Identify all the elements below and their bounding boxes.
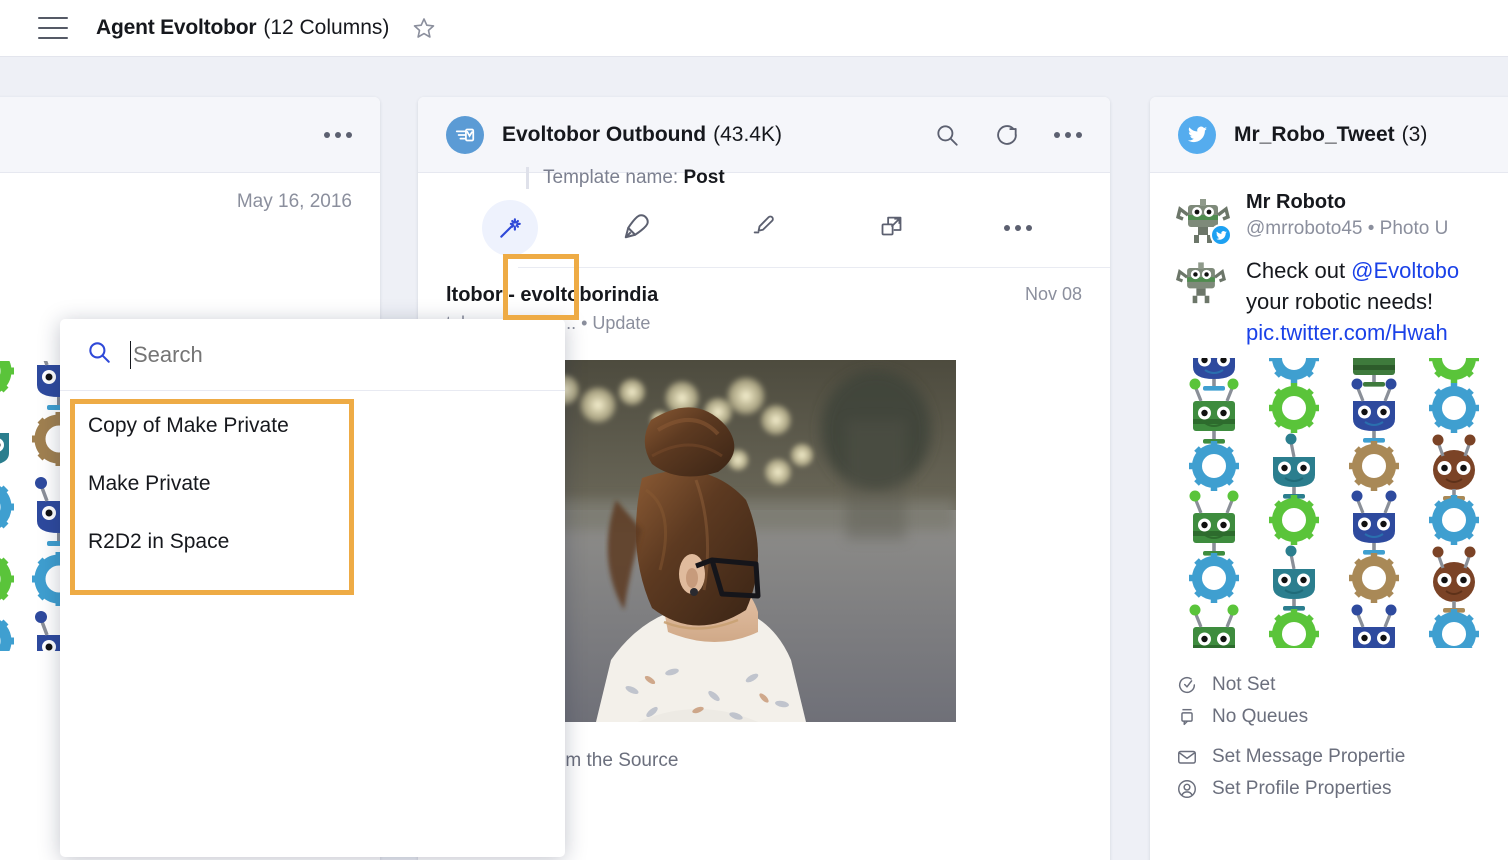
post-title: ltobor - evoltoborindia <box>446 284 659 306</box>
tweet-body-line-2: your robotic needs! <box>1246 289 1434 314</box>
twitter-verified-icon <box>1210 224 1232 246</box>
column-item-count: (3) <box>1401 122 1428 146</box>
post-date: Nov 08 <box>1024 284 1082 304</box>
pencil-icon[interactable] <box>750 212 778 245</box>
post-text-line-1: obor! <box>0 257 352 287</box>
text-cursor <box>130 340 131 369</box>
star-icon[interactable] <box>412 16 436 40</box>
app-root: Agent Evoltobor (12 Columns) May 16, 201… <box>0 0 1508 860</box>
column-item-count: (43.4K) <box>713 122 782 146</box>
tweet-pic-link[interactable]: pic.twitter.com/Hwah <box>1246 317 1459 348</box>
post-text-line-2: s! <box>0 287 352 317</box>
set-message-properties-label: Set Message Propertie <box>1212 746 1406 767</box>
top-bar: Agent Evoltobor (12 Columns) <box>0 0 1508 57</box>
column-mr-robo-tweet: Mr_Robo_Tweet (3) Mr Roboto @mrroboto45 … <box>1150 97 1508 860</box>
tweet-body-line-1: Check out @Evoltobo <box>1246 255 1459 286</box>
robot-avatar-icon <box>1175 255 1230 304</box>
more-horizontal-icon[interactable] <box>1054 131 1082 138</box>
tweet-meta-schedule: Not Set <box>1150 664 1508 696</box>
column-left-header <box>0 97 380 173</box>
tweet-body-row: Check out @Evoltobo your robotic needs! … <box>1150 245 1508 348</box>
tweet-meta-schedule-label: Not Set <box>1212 674 1276 695</box>
outbound-feed-icon <box>446 115 484 154</box>
clock-check-icon <box>1178 676 1196 694</box>
search-icon <box>86 339 112 370</box>
hamburger-icon[interactable] <box>38 17 68 39</box>
template-item-copy-of-make-private[interactable]: Copy of Make Private <box>60 397 565 455</box>
template-picker-popover: Copy of Make Private Make Private R2D2 i… <box>60 319 565 857</box>
template-item-r2d2-in-space[interactable]: R2D2 in Space <box>60 513 565 571</box>
magic-wand-icon[interactable] <box>481 200 538 256</box>
board-column-count: (12 Columns) <box>263 16 390 39</box>
post-subtitle: o Update <box>0 219 380 241</box>
robot-avatar-icon <box>1175 191 1232 246</box>
post-date: May 16, 2016 <box>236 191 352 212</box>
set-message-properties-row[interactable]: Set Message Propertie <box>1150 736 1508 768</box>
page-title: Agent Evoltobor <box>96 16 257 39</box>
queue-icon <box>1181 708 1193 726</box>
template-item-make-private[interactable]: Make Private <box>60 455 565 513</box>
template-name-value: Post <box>683 167 725 188</box>
tweet-author-name: Mr Roboto <box>1246 191 1346 213</box>
tweet-meta-queues: No Queues <box>1150 696 1508 728</box>
tweet-author-handle: @mrroboto45 • Photo U <box>1246 218 1449 239</box>
twitter-bird-icon <box>1178 115 1216 154</box>
template-name-row: Template name: Post <box>526 167 1110 189</box>
robots-and-gears-pattern-image[interactable] <box>1176 358 1508 648</box>
board-canvas: May 16, 2016 o Update obor! s! vahqg <box>0 57 1508 860</box>
set-profile-properties-label: Set Profile Properties <box>1212 778 1392 799</box>
column-right-header: Mr_Robo_Tweet (3) <box>1150 97 1508 173</box>
envelope-icon <box>1178 750 1196 764</box>
template-name-label: Template name: <box>543 167 679 188</box>
tweet-meta-queues-label: No Queues <box>1212 706 1309 727</box>
column-title: Evoltobor Outbound <box>502 122 707 146</box>
person-circle-icon <box>1178 780 1196 798</box>
popover-search-row[interactable] <box>60 319 565 391</box>
tweet-author-row: Mr Roboto @mrroboto45 • Photo U <box>1150 173 1508 246</box>
column-title: Mr_Robo_Tweet <box>1234 122 1395 146</box>
duplicate-icon[interactable] <box>878 212 905 244</box>
more-horizontal-icon[interactable] <box>324 131 352 138</box>
template-list: Copy of Make Private Make Private R2D2 i… <box>60 391 565 571</box>
template-item-label: Copy of Make Private <box>88 414 289 437</box>
search-input[interactable] <box>133 341 513 368</box>
set-profile-properties-row[interactable]: Set Profile Properties <box>1150 768 1508 800</box>
tweet-body-text: Check out <box>1246 258 1352 283</box>
template-item-label: Make Private <box>88 472 211 495</box>
column-middle-header: Evoltobor Outbound (43.4K) <box>418 97 1110 173</box>
more-horizontal-icon[interactable] <box>1004 225 1033 231</box>
template-item-label: R2D2 in Space <box>88 530 230 553</box>
column-right-card: Mr Roboto @mrroboto45 • Photo U Check ou… <box>1150 173 1508 800</box>
rocket-icon[interactable] <box>622 211 652 246</box>
refresh-icon[interactable] <box>994 122 1020 148</box>
search-icon[interactable] <box>934 122 960 148</box>
post-action-row <box>418 189 1110 267</box>
tweet-mention-link[interactable]: @Evoltobo <box>1351 258 1459 283</box>
